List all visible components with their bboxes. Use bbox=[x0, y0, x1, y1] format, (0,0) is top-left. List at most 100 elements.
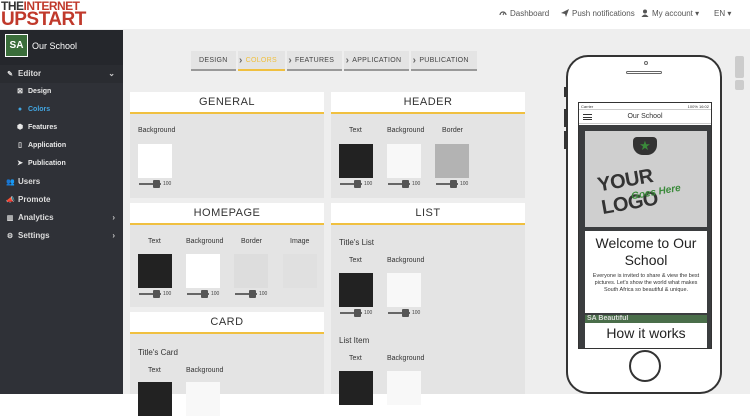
slider-value: 100 bbox=[364, 181, 373, 187]
how-it-works-title: How it works bbox=[585, 323, 707, 348]
opacity-slider[interactable]: 100 bbox=[340, 309, 380, 317]
phone-preview: Carrier 100% 16:02 Our School ★ YOUR LOG… bbox=[564, 55, 722, 394]
slider-handle bbox=[201, 290, 208, 298]
opacity-slider[interactable]: 100 bbox=[187, 290, 227, 298]
language-label: EN bbox=[714, 9, 726, 18]
slider-handle bbox=[354, 309, 361, 317]
sidebar-item-label: Editor bbox=[18, 69, 42, 78]
phone-screen: Carrier 100% 16:02 Our School ★ YOUR LOG… bbox=[578, 102, 712, 349]
label-text: Text bbox=[349, 257, 362, 264]
color-swatch-text[interactable] bbox=[138, 382, 172, 416]
sidebar-item-editor[interactable]: ✎ Editor ⌄ bbox=[0, 65, 123, 83]
sidebar-item-label: Promote bbox=[18, 195, 51, 204]
slider-handle bbox=[249, 290, 256, 298]
label-background: Background bbox=[387, 257, 425, 264]
slider-value: 100 bbox=[412, 310, 421, 316]
school-header[interactable]: SA Our School bbox=[0, 30, 123, 65]
opacity-slider[interactable]: 100 bbox=[436, 180, 476, 188]
brand-logo[interactable]: THEINTERNET UPSTART bbox=[1, 0, 86, 30]
section-list-item: List Item bbox=[339, 336, 370, 345]
color-swatch-text[interactable] bbox=[339, 371, 373, 405]
step-label: FEATURES bbox=[295, 57, 335, 64]
phone-side-button bbox=[564, 131, 567, 149]
color-swatch-border[interactable] bbox=[234, 254, 268, 288]
label-background: Background bbox=[387, 127, 425, 134]
sidebar-item-features[interactable]: ⬢ Features bbox=[0, 119, 123, 137]
color-swatch-border[interactable] bbox=[435, 144, 469, 178]
section-title-card: Title's Card bbox=[138, 348, 178, 357]
step-design[interactable]: DESIGN › bbox=[191, 51, 242, 71]
color-swatch-text[interactable] bbox=[339, 273, 373, 307]
panel-card: CARD Title's Card Text Background bbox=[130, 312, 324, 416]
chevron-right-icon: › bbox=[345, 55, 350, 66]
nav-dashboard-label: Dashboard bbox=[510, 9, 550, 18]
slider-handle bbox=[354, 180, 361, 188]
color-swatch-background[interactable] bbox=[387, 144, 421, 178]
sidebar-item-settings[interactable]: ⚙ Settings › bbox=[0, 227, 123, 245]
color-swatch-background[interactable] bbox=[138, 144, 172, 178]
chevron-down-icon: ⌄ bbox=[108, 69, 115, 78]
color-swatch-background[interactable] bbox=[387, 273, 421, 307]
sidebar-item-design[interactable]: ⊠ Design bbox=[0, 83, 123, 101]
panel-homepage: HOMEPAGE Text Background Border Image 10… bbox=[130, 203, 324, 307]
sidebar-item-label: Colors bbox=[28, 106, 51, 113]
color-swatch-background[interactable] bbox=[186, 382, 220, 416]
label-text: Text bbox=[349, 355, 362, 362]
sidebar-item-publication[interactable]: ➤ Publication bbox=[0, 155, 123, 173]
cube-icon: ⬢ bbox=[16, 124, 24, 131]
slider-value: 100 bbox=[412, 181, 421, 187]
nav-my-account[interactable]: My account ▾ bbox=[641, 9, 699, 19]
opacity-slider[interactable]: 100 bbox=[340, 180, 380, 188]
sidebar-item-label: Publication bbox=[28, 160, 66, 167]
slider-handle bbox=[153, 180, 160, 188]
nav-push-label: Push notifications bbox=[572, 9, 635, 18]
color-swatch-background[interactable] bbox=[387, 371, 421, 405]
sidebar-item-users[interactable]: 👥 Users bbox=[0, 173, 123, 191]
design-icon: ⊠ bbox=[17, 88, 23, 95]
sidebar-item-label: Design bbox=[28, 88, 52, 95]
color-swatch-text[interactable] bbox=[339, 144, 373, 178]
step-label: PUBLICATION bbox=[419, 57, 469, 64]
sidebar-item-analytics[interactable]: ▥ Analytics › bbox=[0, 209, 123, 227]
color-swatch-background[interactable] bbox=[186, 254, 220, 288]
slider-value: 100 bbox=[163, 181, 172, 187]
nav-dashboard[interactable]: Dashboard bbox=[499, 9, 549, 19]
nav-push-notifications[interactable]: Push notifications bbox=[561, 9, 635, 19]
hamburger-menu-icon[interactable] bbox=[583, 114, 592, 120]
step-label: DESIGN bbox=[199, 57, 228, 64]
phone-side-button bbox=[564, 109, 567, 127]
language-select[interactable]: EN ▾ bbox=[714, 9, 731, 19]
bullhorn-icon: 📣 bbox=[6, 197, 15, 204]
slider-handle bbox=[450, 180, 457, 188]
step-features[interactable]: FEATURES › bbox=[287, 51, 349, 71]
panel-title: GENERAL bbox=[130, 92, 324, 114]
opacity-slider[interactable]: 100 bbox=[139, 290, 179, 298]
sidebar-item-label: Settings bbox=[18, 231, 50, 240]
color-swatch-image[interactable] bbox=[283, 254, 317, 288]
sidebar-item-colors[interactable]: ● Colors bbox=[0, 101, 123, 119]
opacity-slider[interactable]: 100 bbox=[139, 180, 179, 188]
welcome-title: Welcome to Our School bbox=[595, 235, 697, 268]
opacity-slider[interactable]: 100 bbox=[388, 309, 428, 317]
slider-handle bbox=[153, 290, 160, 298]
pencil-icon: ✎ bbox=[7, 71, 13, 78]
mobile-icon: ▯ bbox=[18, 142, 22, 149]
step-label: COLORS bbox=[245, 57, 278, 64]
chevron-right-icon: › bbox=[112, 213, 115, 222]
palette-icon: ● bbox=[17, 106, 23, 113]
step-colors[interactable]: COLORS › bbox=[237, 51, 292, 71]
color-swatch-text[interactable] bbox=[138, 254, 172, 288]
step-application[interactable]: APPLICATION › bbox=[344, 51, 416, 71]
preview-toggle-tab[interactable] bbox=[735, 56, 744, 78]
opacity-slider[interactable]: 100 bbox=[388, 180, 428, 188]
home-button[interactable] bbox=[629, 350, 661, 382]
sidebar-item-application[interactable]: ▯ Application bbox=[0, 137, 123, 155]
preview-toggle-tab[interactable] bbox=[735, 80, 744, 90]
caret-down-icon: ▾ bbox=[727, 9, 732, 18]
opacity-slider[interactable]: 100 bbox=[235, 290, 275, 298]
chevron-right-icon: › bbox=[288, 55, 293, 66]
step-publication[interactable]: PUBLICATION bbox=[411, 51, 477, 71]
panel-title: CARD bbox=[130, 312, 324, 334]
label-text: Text bbox=[148, 238, 161, 245]
sidebar-item-promote[interactable]: 📣 Promote bbox=[0, 191, 123, 209]
